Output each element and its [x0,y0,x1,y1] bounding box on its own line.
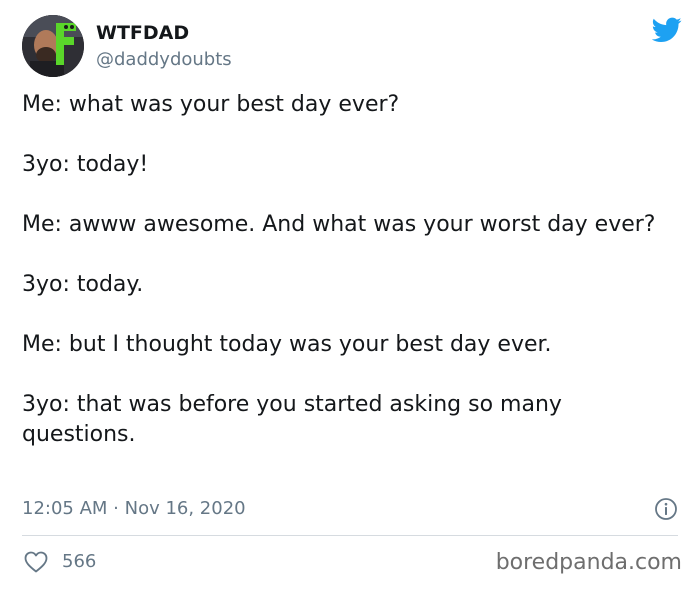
avatar-image [22,15,84,77]
avatar[interactable] [22,15,84,77]
heart-icon[interactable] [24,551,48,573]
tweet-paragraph: 3yo: today! [22,152,149,177]
tweet-paragraph: 3yo: today. [22,272,144,297]
tweet-paragraph: Me: what was your best day ever? [22,92,400,117]
divider [22,535,678,536]
like-count: 566 [62,551,97,572]
info-icon[interactable] [654,497,678,521]
tweet-timestamp[interactable]: 12:05 AM · Nov 16, 2020 [22,497,246,521]
tweet-paragraph: 3yo: that was before you started asking … [22,392,569,447]
tweet-paragraph: Me: awww awesome. And what was your wors… [22,212,656,237]
watermark: boredpanda.com [495,550,682,575]
tweet-paragraph: Me: but I thought today was your best da… [22,332,552,357]
author-handle[interactable]: @daddydoubts [96,49,232,71]
twitter-bird-icon[interactable] [652,17,682,43]
tweet-header: WTFDAD @daddydoubts [22,15,682,77]
tweet-text: Me: what was your best day ever? 3yo: to… [22,90,672,450]
author-name[interactable]: WTFDAD [96,22,189,44]
